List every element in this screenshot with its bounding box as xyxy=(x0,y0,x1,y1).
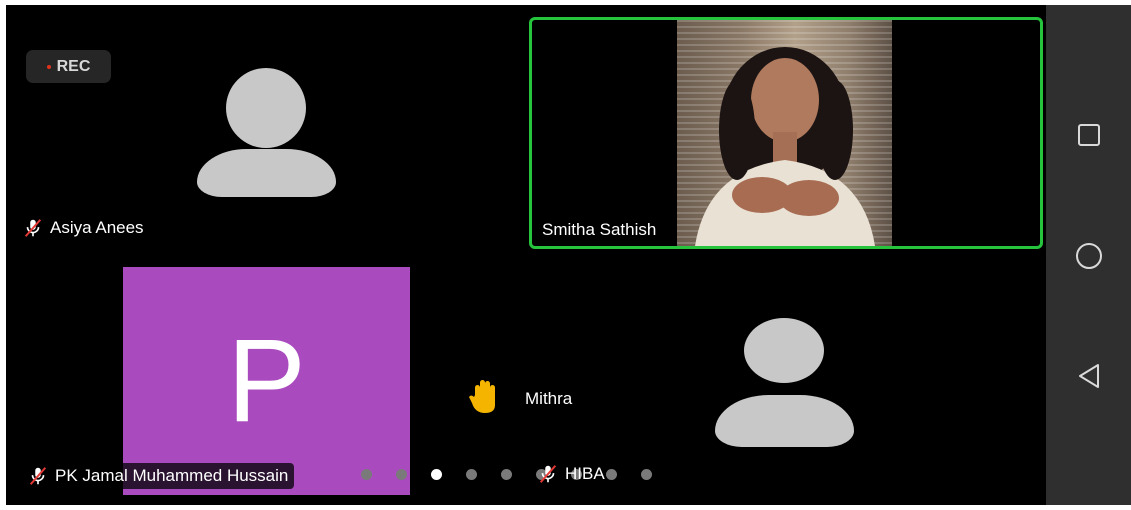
participant-tile-mithra[interactable]: Mithra xyxy=(461,377,621,421)
page-dot[interactable] xyxy=(501,469,512,480)
participant-tile-pk[interactable]: P xyxy=(123,267,410,495)
system-navigation-bar xyxy=(1046,5,1131,505)
mic-muted-icon xyxy=(29,467,47,485)
page-dot-active[interactable] xyxy=(431,469,442,480)
participant-name-pk: PK Jamal Muhammed Hussain xyxy=(21,463,295,489)
mic-muted-icon xyxy=(539,465,557,483)
participant-tile-hiba[interactable] xyxy=(646,295,926,495)
avatar-head-icon xyxy=(226,68,306,148)
participant-initial: P xyxy=(227,315,306,447)
circle-icon xyxy=(1075,243,1102,269)
home-button[interactable] xyxy=(1046,226,1131,286)
raised-hand-icon xyxy=(469,380,495,413)
page-dot[interactable] xyxy=(396,469,407,480)
page-indicator[interactable] xyxy=(361,469,652,480)
speaker-video xyxy=(677,20,892,246)
page-dot[interactable] xyxy=(466,469,477,480)
participant-tile-asiya[interactable]: Asiya Anees xyxy=(6,5,526,250)
avatar-head-icon xyxy=(744,318,824,383)
active-speaker-tile[interactable]: Smitha Sathish xyxy=(529,17,1043,249)
triangle-back-icon xyxy=(1078,364,1099,388)
mic-muted-icon xyxy=(24,219,42,237)
page-dot[interactable] xyxy=(361,469,372,480)
speaker-video-person xyxy=(695,47,875,246)
recents-button[interactable] xyxy=(1046,105,1131,165)
meeting-screen: REC Asiya Anees Smitha Sathish P PK Jama… xyxy=(6,5,1046,505)
page-dot[interactable] xyxy=(606,469,617,480)
page-dot[interactable] xyxy=(641,469,652,480)
avatar-body-icon xyxy=(197,149,336,197)
active-speaker-name: Smitha Sathish xyxy=(538,218,661,242)
participant-name-hiba: HIBA xyxy=(537,463,605,485)
avatar-body-icon xyxy=(715,395,854,447)
participant-name-asiya: Asiya Anees xyxy=(22,217,144,239)
back-button[interactable] xyxy=(1046,346,1131,406)
participant-name-mithra: Mithra xyxy=(525,389,573,408)
square-icon xyxy=(1077,124,1100,146)
